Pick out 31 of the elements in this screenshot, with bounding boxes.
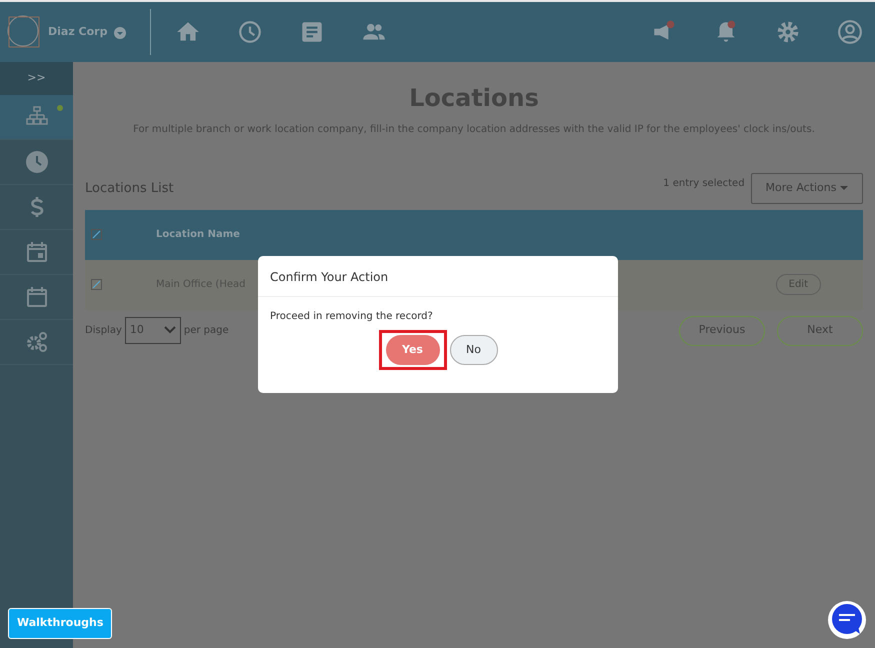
dialog-title: Confirm Your Action xyxy=(258,256,618,297)
walkthroughs-button[interactable]: Walkthroughs xyxy=(8,608,112,638)
list-title: Locations List xyxy=(85,180,174,198)
clock-icon[interactable] xyxy=(236,19,262,45)
calendar-icon xyxy=(24,285,48,309)
sidebar-item[interactable] xyxy=(0,95,73,140)
more-actions-button[interactable]: More Actions xyxy=(750,173,863,204)
checkbox[interactable] xyxy=(91,279,102,290)
gears-icon xyxy=(24,330,48,354)
dropdown-icon[interactable] xyxy=(114,26,126,39)
clock-icon xyxy=(24,150,48,174)
chevron-down-icon xyxy=(164,326,176,334)
yes-button[interactable]: Yes xyxy=(386,335,440,365)
caret-icon xyxy=(840,186,848,190)
next-button[interactable]: Next xyxy=(777,316,863,346)
calendar-event-icon xyxy=(24,240,48,264)
column-header: Location Name xyxy=(155,228,240,242)
expand-toggle[interactable]: >> xyxy=(0,62,73,95)
chat-icon[interactable] xyxy=(827,600,867,640)
checkbox[interactable] xyxy=(91,229,102,240)
company-name[interactable]: Diaz Corp xyxy=(48,24,108,40)
settings-icon[interactable] xyxy=(775,19,801,45)
per-page-label: per page xyxy=(184,324,229,338)
display-label: Display xyxy=(85,324,122,338)
previous-button[interactable]: Previous xyxy=(679,316,765,346)
logo-placeholder-icon xyxy=(6,14,42,50)
user-icon[interactable] xyxy=(837,19,863,45)
dialog-message: Proceed in removing the record? xyxy=(269,310,434,324)
no-button[interactable]: No xyxy=(450,335,498,365)
page-size-select[interactable]: 10 xyxy=(124,317,181,344)
selection-info: 1 entry selected xyxy=(663,177,745,191)
